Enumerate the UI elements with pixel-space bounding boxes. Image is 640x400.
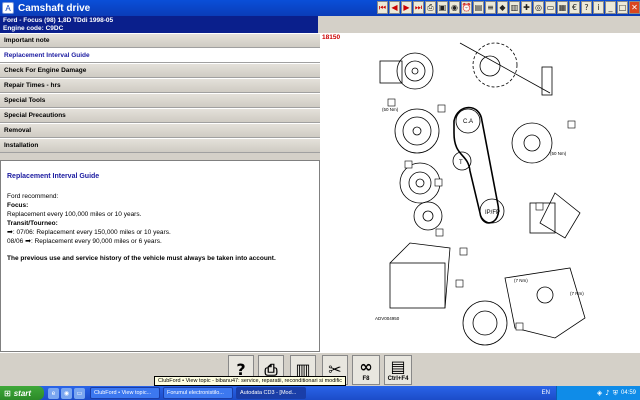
timing-belt-drawing: C.A T IP/FP (50 Nm) (50 Nm) (7 Nm) (7 Nm… — [375, 42, 586, 346]
svg-text:(50 Nm): (50 Nm) — [550, 151, 567, 156]
info-icon[interactable]: i — [593, 1, 604, 14]
menu-item-special-tools[interactable]: Special Tools — [0, 93, 320, 108]
transit-line-1: ➡: 07/06: Replacement every 150,000 mile… — [7, 228, 313, 237]
skip-forward-icon[interactable]: ⏭ — [413, 1, 424, 14]
topic-menu: Important note Replacement Interval Guid… — [0, 33, 320, 156]
menu-item-installation[interactable]: Installation — [0, 138, 320, 153]
intro-text: Ford recommend: — [7, 193, 59, 200]
svg-text:(50 Nm): (50 Nm) — [382, 107, 399, 112]
focus-text: Replacement every 100,000 miles or 10 ye… — [7, 211, 142, 218]
quick-launch: e ◉ ▭ — [48, 387, 87, 399]
taskbar-tooltip: ClubFord • View topic - bibanu47: servic… — [154, 376, 347, 386]
diagram-code: 18150 — [322, 34, 341, 41]
next-icon[interactable]: ▶ — [401, 1, 412, 14]
description-panel: Replacement Interval Guide Ford recommen… — [0, 160, 320, 352]
stats-icon[interactable]: ≡ — [485, 1, 496, 14]
svg-text:T: T — [459, 160, 463, 166]
system-tray: ◈ ♪ ⛨ 04:59 — [556, 386, 640, 400]
svg-text:(7 Nm): (7 Nm) — [514, 278, 528, 283]
prev-icon[interactable]: ◀ — [389, 1, 400, 14]
browser-icon[interactable]: e — [48, 387, 59, 399]
language-indicator[interactable]: EN — [542, 390, 550, 396]
euro-icon[interactable]: € — [569, 1, 580, 14]
volume-icon[interactable]: ♪ — [605, 389, 609, 397]
transit-line-2-text: : Replacement every 90,000 miles or 6 ye… — [30, 238, 162, 245]
window-title: Camshaft drive — [18, 2, 91, 14]
f8-label: F8 — [362, 376, 370, 382]
task-forum[interactable]: Forumul electronistilo... — [163, 387, 233, 399]
transit-line-2-prefix: 08/06 — [7, 238, 24, 245]
ctrl-f4-label: Ctrl+F4 — [387, 376, 409, 382]
transit-label: Transit/Tourneo: — [7, 220, 58, 227]
image-icon[interactable]: ▣ — [437, 1, 448, 14]
start-button[interactable]: ⊞ start — [0, 386, 44, 400]
camshaft-diagram: 18150 C.A T IP/FP (50 Nm) (50 Nm) (7 Nm)… — [320, 33, 640, 352]
focus-label: Focus: — [7, 202, 29, 209]
alarm-icon[interactable]: ⏰ — [461, 1, 472, 14]
svg-text:(7 Nm): (7 Nm) — [570, 291, 584, 296]
menu-item-repair-times[interactable]: Repair Times - hrs — [0, 78, 320, 93]
menu-item-removal[interactable]: Removal — [0, 123, 320, 138]
notes-icon: ▤ — [390, 357, 406, 376]
ctrl-f4-button[interactable]: ▤ Ctrl+F4 — [384, 355, 412, 385]
menu-item-engine-damage[interactable]: Check For Engine Damage — [0, 63, 320, 78]
menu-item-replacement-interval[interactable]: Replacement Interval Guide — [0, 48, 320, 63]
transit-line-1-text: : 07/06: Replacement every 150,000 miles… — [12, 229, 171, 236]
ruler-icon[interactable]: ▭ — [545, 1, 556, 14]
vehicle-info: Ford - Focus (98) 1,8D TDdi 1998-05 Engi… — [0, 16, 318, 33]
belt-icon: ∞ — [359, 357, 373, 376]
transit-line-2: 08/06 ➡: Replacement every 90,000 miles … — [7, 237, 313, 246]
diagram-ref: ADV004950 — [375, 316, 400, 321]
window-toolbar: ⏮ ◀ ▶ ⏭ ⎙ ▣ ◉ ⏰ ▤ ≡ ◆ ▥ ✚ ◎ ▭ ▦ € ? i _ … — [376, 1, 640, 15]
chart-icon[interactable]: ▦ — [557, 1, 568, 14]
windows-flag-icon: ⊞ — [4, 388, 11, 398]
task-autodata[interactable]: Autodata CD3 - [Mod... — [236, 387, 306, 399]
car-icon[interactable]: ◆ — [497, 1, 508, 14]
minimize-icon[interactable]: _ — [605, 1, 616, 14]
task-clubford[interactable]: ClubFord • View topic... — [90, 387, 160, 399]
tools-icon[interactable]: ✚ — [521, 1, 532, 14]
media-icon[interactable]: ◉ — [61, 387, 72, 399]
book-icon[interactable]: ▥ — [509, 1, 520, 14]
security-icon[interactable]: ⛨ — [613, 389, 618, 398]
title-bar: A Camshaft drive ⏮ ◀ ▶ ⏭ ⎙ ▣ ◉ ⏰ ▤ ≡ ◆ ▥… — [0, 0, 640, 16]
network-icon[interactable]: ◈ — [597, 389, 602, 397]
print-icon[interactable]: ⎙ — [425, 1, 436, 14]
svg-text:C.A: C.A — [463, 119, 473, 125]
help-icon[interactable]: ? — [581, 1, 592, 14]
vehicle-model: Ford - Focus (98) 1,8D TDdi 1998-05 — [3, 17, 114, 24]
menu-item-important-note[interactable]: Important note — [0, 33, 320, 48]
menu-item-special-precautions[interactable]: Special Precautions — [0, 108, 320, 123]
f8-button[interactable]: ∞ F8 — [352, 355, 380, 385]
taskbar: ⊞ start e ◉ ▭ ClubFord • View topic... Fo… — [0, 386, 640, 400]
close-icon[interactable]: ✕ — [629, 1, 640, 14]
app-window: A Camshaft drive ⏮ ◀ ▶ ⏭ ⎙ ▣ ◉ ⏰ ▤ ≡ ◆ ▥… — [0, 0, 640, 400]
start-label: start — [13, 388, 32, 398]
wheel-icon[interactable]: ◎ — [533, 1, 544, 14]
maximize-icon[interactable]: □ — [617, 1, 628, 14]
desktop-icon[interactable]: ▭ — [74, 387, 85, 399]
app-icon: A — [2, 2, 14, 14]
svg-text:IP/FP: IP/FP — [485, 210, 500, 216]
description-heading: Replacement Interval Guide — [7, 173, 100, 180]
clock: 04:59 — [620, 390, 636, 396]
warning-text: The previous use and service history of … — [7, 255, 276, 262]
folder-icon[interactable]: ▤ — [473, 1, 484, 14]
engine-code: Engine code: C9DC — [3, 24, 64, 32]
camera-icon[interactable]: ◉ — [449, 1, 460, 14]
skip-back-icon[interactable]: ⏮ — [377, 1, 388, 14]
